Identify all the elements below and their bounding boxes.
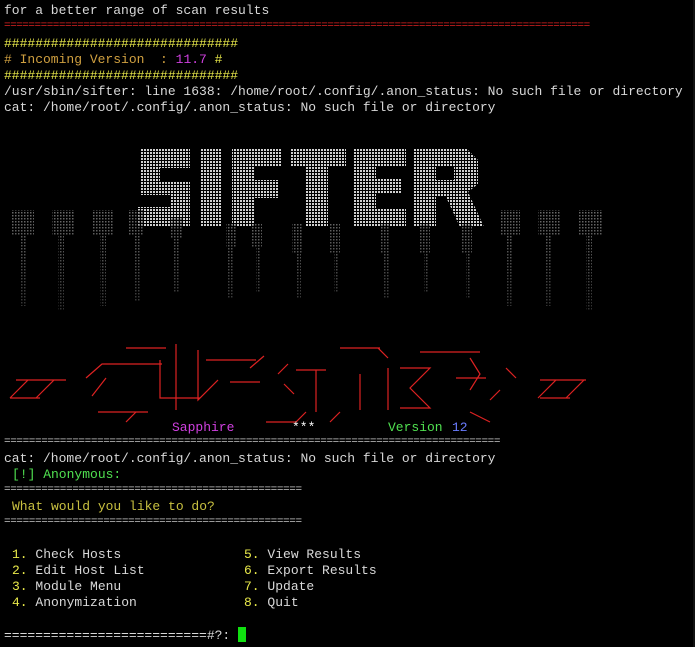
- logo-letters: [138, 148, 484, 227]
- version-box-bottom: ##############################: [4, 68, 239, 83]
- sifter-logo-banner: [12, 148, 602, 311]
- menu-item-update[interactable]: 7. Update: [244, 579, 314, 595]
- menu-item-quit[interactable]: 8. Quit: [244, 595, 299, 611]
- version-line: # Incoming Version : 11.7 #: [4, 52, 222, 68]
- menu-num: 3.: [12, 579, 28, 594]
- menu-label: Edit Host List: [35, 563, 145, 578]
- menu-num: 7.: [244, 579, 260, 594]
- menu-label: Check Hosts: [35, 547, 122, 562]
- error-line-2: cat: /home/root/.config/.anon_status: No…: [4, 100, 496, 115]
- menu-label: Module Menu: [35, 579, 122, 594]
- edition-banner-art: Sapphire *** Version 12: [9, 344, 586, 435]
- header-text: for a better range of scan results: [4, 3, 270, 18]
- menu-num: 5.: [244, 547, 260, 562]
- input-line[interactable]: ==========================#?:: [4, 627, 247, 643]
- menu-label: Anonymization: [35, 595, 137, 610]
- anon-status-error: cat: /home/root/.config/.anon_status: No…: [4, 451, 496, 466]
- edition-name: Sapphire: [172, 420, 234, 435]
- red-rule: ========================================…: [4, 20, 590, 32]
- menu-label: Update: [267, 579, 315, 594]
- divider-bottom: ========================================…: [4, 516, 302, 528]
- menu-label: View Results: [267, 547, 362, 562]
- error-line-1: /usr/sbin/sifter: line 1638: /home/root/…: [4, 84, 683, 99]
- version-tail: #: [206, 52, 223, 67]
- menu-num: 2.: [12, 563, 28, 578]
- menu-item-module-menu[interactable]: 3. Module Menu: [12, 579, 121, 595]
- banner-version-label: Version: [388, 420, 443, 435]
- edition-art-lines: [9, 344, 586, 423]
- menu-item-view-results[interactable]: 5. View Results: [244, 547, 361, 563]
- edition-stars: ***: [292, 420, 315, 435]
- menu-num: 6.: [244, 563, 260, 578]
- menu-item-edit-host-list[interactable]: 2. Edit Host List: [12, 563, 145, 579]
- menu-num: 4.: [12, 595, 28, 610]
- input-prompt: ==========================#?:: [4, 628, 239, 643]
- menu-label: Export Results: [267, 563, 377, 578]
- menu-item-check-hosts[interactable]: 1. Check Hosts: [12, 547, 121, 563]
- anonymous-status: [!] Anonymous:: [12, 467, 122, 482]
- menu-num: 8.: [244, 595, 260, 610]
- menu-label: Quit: [267, 595, 299, 610]
- menu-num: 1.: [12, 547, 28, 562]
- menu-item-export-results[interactable]: 6. Export Results: [244, 563, 377, 579]
- divider-long: ========================================…: [4, 436, 501, 448]
- text-cursor[interactable]: [238, 627, 247, 642]
- prompt-question: What would you like to do?: [12, 499, 215, 514]
- banner-version-number: 12: [452, 420, 468, 435]
- version-box-top: ##############################: [4, 36, 239, 51]
- terminal-window[interactable]: for a better range of scan results =====…: [0, 0, 695, 647]
- incoming-version: 11.7: [175, 52, 207, 67]
- divider-top: ========================================…: [4, 484, 302, 496]
- menu-item-anonymization[interactable]: 4. Anonymization: [12, 595, 137, 611]
- version-label: # Incoming Version :: [4, 52, 176, 67]
